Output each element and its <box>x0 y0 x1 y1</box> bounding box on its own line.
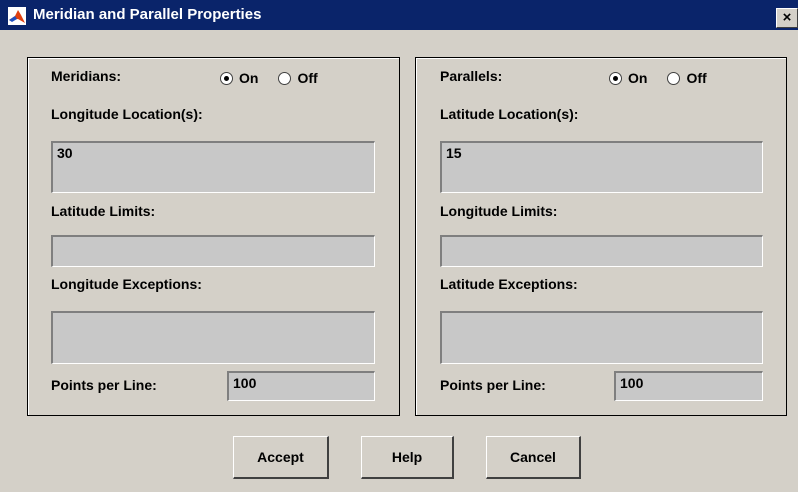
parallels-on-label[interactable]: On <box>628 70 647 86</box>
meridians-points-field[interactable]: 100 <box>227 371 375 401</box>
parallels-panel: Parallels: On Off Latitude Location(s): … <box>415 57 787 416</box>
parallels-toggle: On Off <box>609 70 727 86</box>
latitude-limits-field[interactable] <box>51 235 375 267</box>
meridians-on-radio[interactable] <box>220 71 233 85</box>
parallels-heading: Parallels: <box>440 68 503 84</box>
parallels-points-label: Points per Line: <box>440 377 546 393</box>
latitude-limits-label: Latitude Limits: <box>51 203 156 219</box>
parallels-off-radio[interactable] <box>667 71 681 85</box>
matlab-logo-icon <box>8 7 26 25</box>
latitude-exceptions-label: Latitude Exceptions: <box>440 276 578 292</box>
latitude-exceptions-field[interactable] <box>440 311 763 364</box>
longitude-limits-field[interactable] <box>440 235 763 267</box>
cancel-button[interactable]: Cancel <box>486 436 581 479</box>
parallels-on-radio[interactable] <box>609 71 622 85</box>
meridians-off-label[interactable]: Off <box>297 70 317 86</box>
meridians-panel: Meridians: On Off Longitude Location(s):… <box>27 57 400 416</box>
window-title: Meridian and Parallel Properties <box>33 6 262 23</box>
meridians-toggle: On Off <box>220 70 338 86</box>
meridians-heading: Meridians: <box>51 68 122 84</box>
meridians-off-radio[interactable] <box>278 71 292 85</box>
latitude-location-label: Latitude Location(s): <box>440 106 579 122</box>
accept-button[interactable]: Accept <box>233 436 329 479</box>
meridians-on-label[interactable]: On <box>239 70 258 86</box>
help-button[interactable]: Help <box>361 436 454 479</box>
parallels-points-field[interactable]: 100 <box>614 371 763 401</box>
longitude-location-label: Longitude Location(s): <box>51 106 203 122</box>
longitude-exceptions-field[interactable] <box>51 311 375 364</box>
close-icon[interactable]: × <box>776 8 798 28</box>
title-bar[interactable]: Meridian and Parallel Properties × <box>0 0 798 30</box>
longitude-limits-label: Longitude Limits: <box>440 203 558 219</box>
parallels-off-label[interactable]: Off <box>686 70 706 86</box>
longitude-exceptions-label: Longitude Exceptions: <box>51 276 202 292</box>
longitude-location-field[interactable]: 30 <box>51 141 375 193</box>
dialog-window: Meridian and Parallel Properties × Merid… <box>0 0 798 492</box>
meridians-points-label: Points per Line: <box>51 377 157 393</box>
latitude-location-field[interactable]: 15 <box>440 141 763 193</box>
